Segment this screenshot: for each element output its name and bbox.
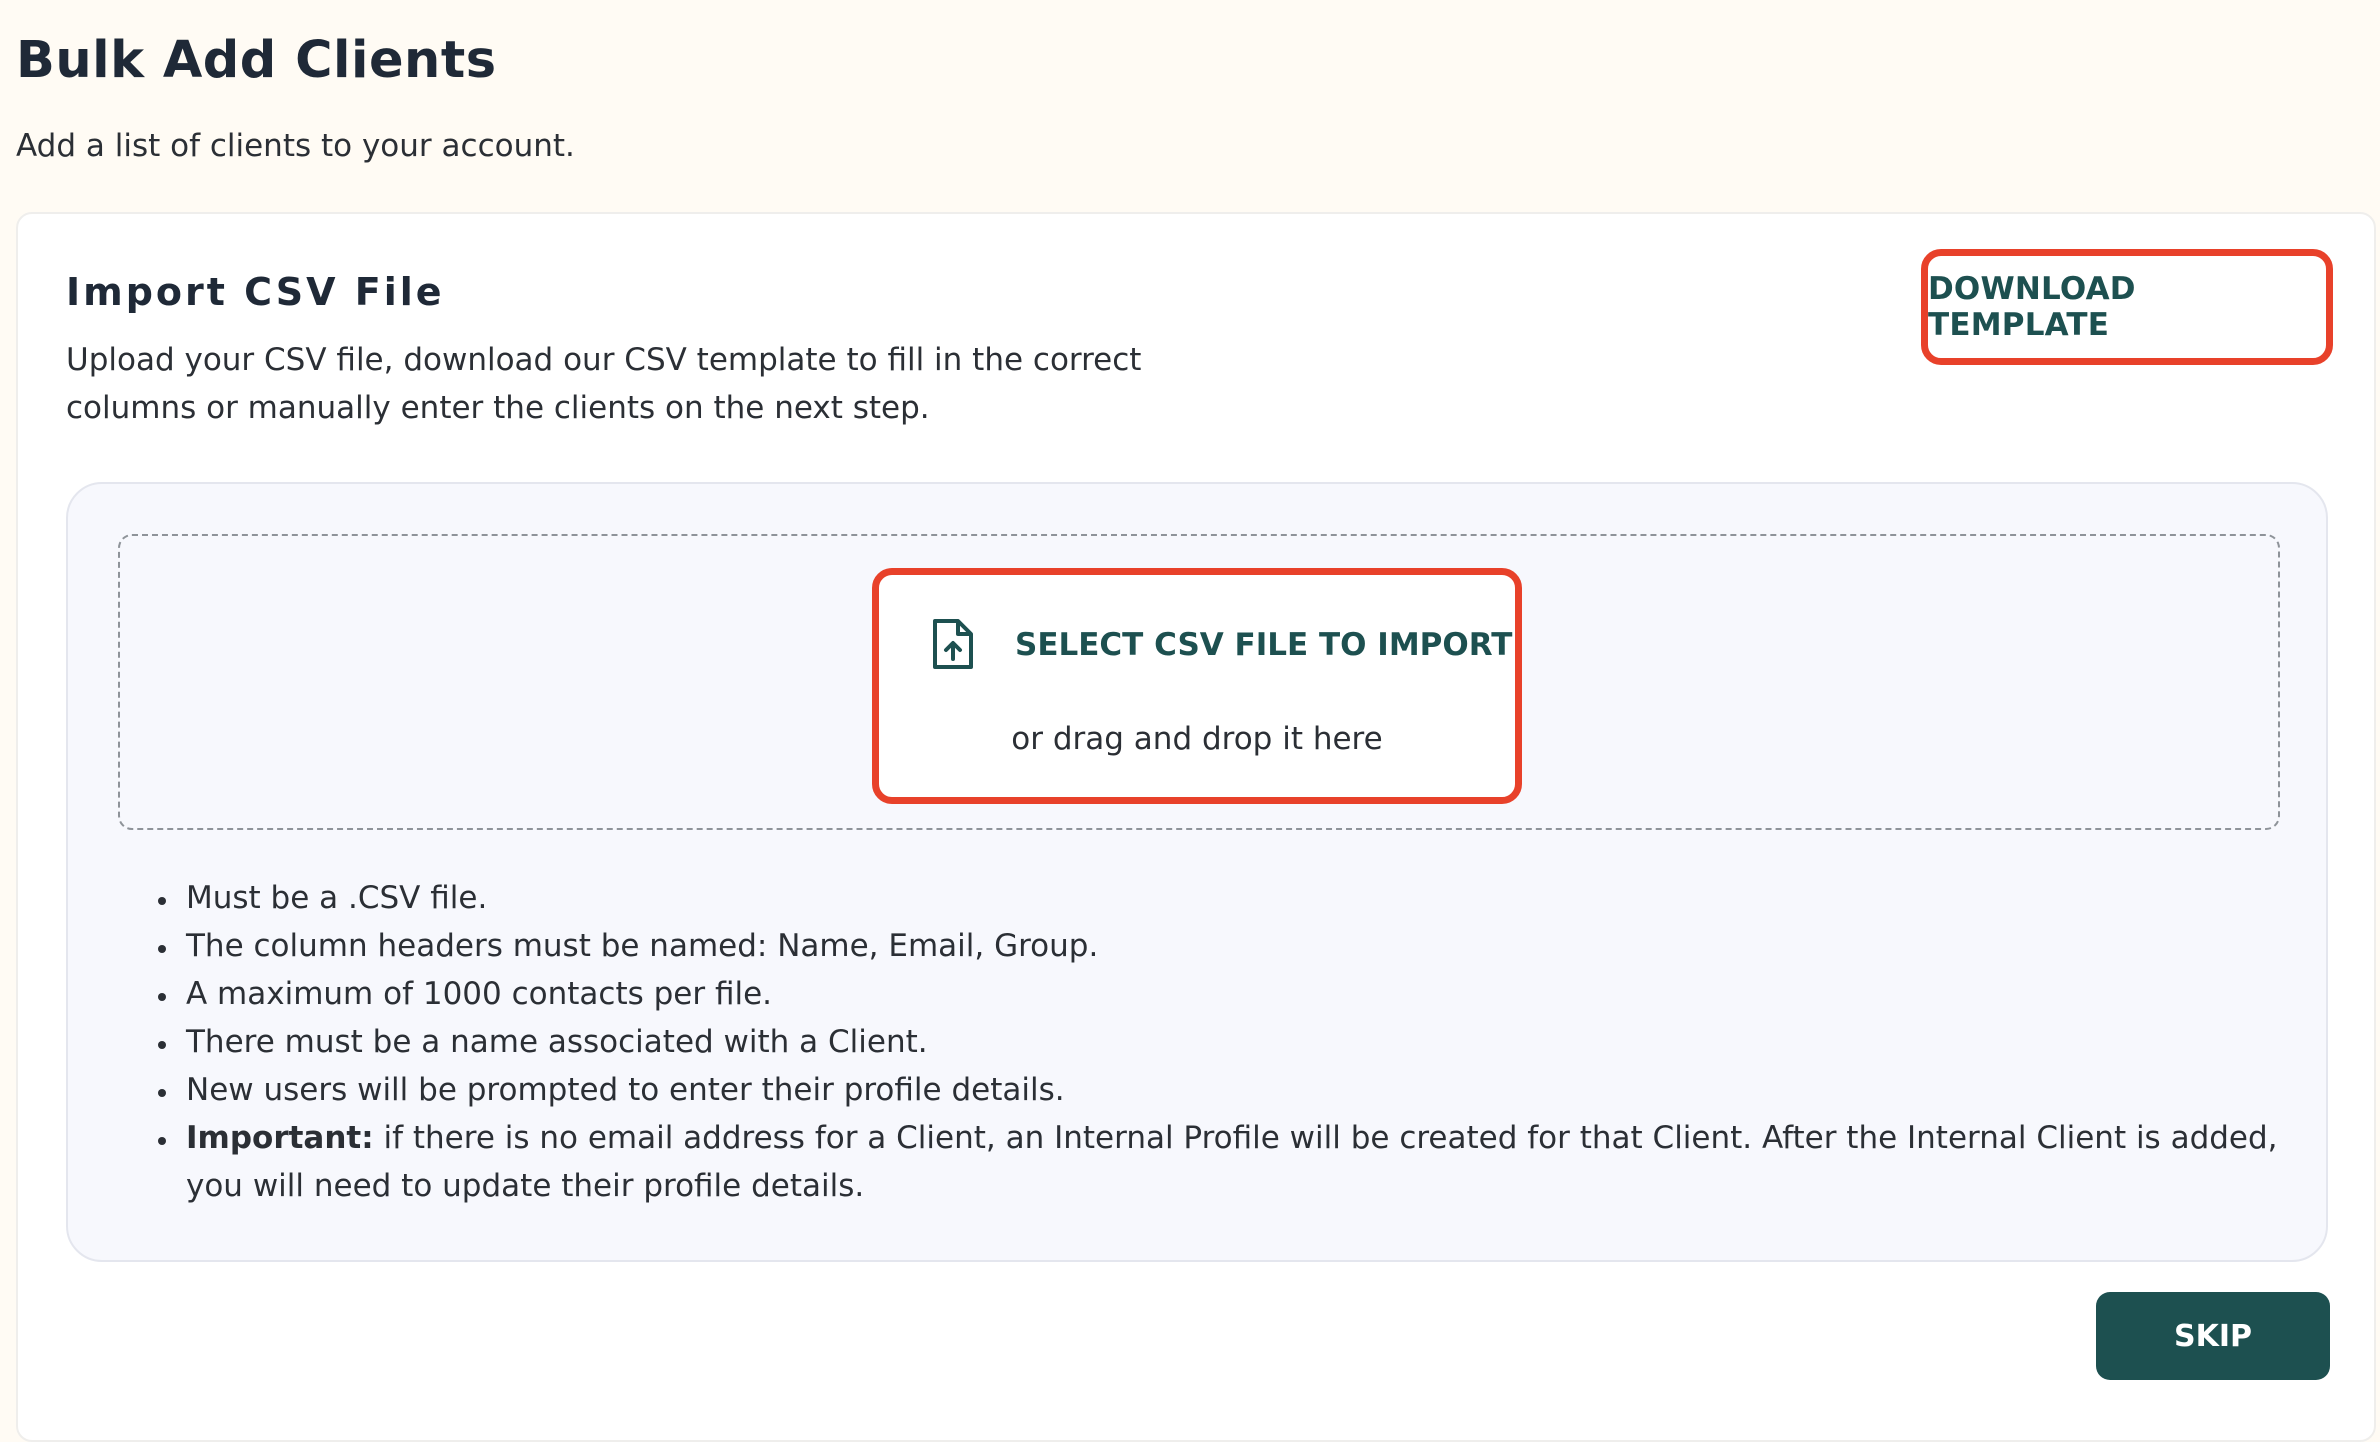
select-csv-button[interactable]: SELECT CSV FILE TO IMPORT or drag and dr… bbox=[872, 568, 1522, 804]
list-item: Must be a .CSV file. bbox=[180, 874, 2280, 922]
skip-button[interactable]: SKIP bbox=[2096, 1292, 2330, 1380]
list-item-important: Important: if there is no email address … bbox=[180, 1114, 2280, 1210]
list-item: The column headers must be named: Name, … bbox=[180, 922, 2280, 970]
download-template-button[interactable]: DOWNLOAD TEMPLATE bbox=[1921, 249, 2333, 365]
page-subtitle: Add a list of clients to your account. bbox=[16, 128, 575, 164]
list-item: New users will be prompted to enter thei… bbox=[180, 1066, 2280, 1114]
upload-panel: SELECT CSV FILE TO IMPORT or drag and dr… bbox=[66, 482, 2328, 1262]
requirements-list: Must be a .CSV file. The column headers … bbox=[180, 874, 2280, 1210]
important-text: if there is no email address for a Clien… bbox=[186, 1120, 2278, 1204]
select-csv-label: SELECT CSV FILE TO IMPORT bbox=[1015, 627, 1513, 663]
page-header: Bulk Add Clients Add a list of clients t… bbox=[16, 26, 575, 166]
list-item: There must be a name associated with a C… bbox=[180, 1018, 2280, 1066]
dropzone[interactable]: SELECT CSV FILE TO IMPORT or drag and dr… bbox=[118, 534, 2280, 830]
page-title: Bulk Add Clients bbox=[16, 31, 497, 90]
drag-drop-label: or drag and drop it here bbox=[1011, 721, 1383, 757]
import-card: Import CSV File Upload your CSV file, do… bbox=[16, 212, 2376, 1442]
card-description: Upload your CSV file, download our CSV t… bbox=[66, 342, 1142, 426]
card-title: Import CSV File bbox=[66, 270, 445, 314]
list-item: A maximum of 1000 contacts per file. bbox=[180, 970, 2280, 1018]
important-label: Important: bbox=[186, 1120, 374, 1156]
file-upload-icon bbox=[933, 619, 973, 669]
